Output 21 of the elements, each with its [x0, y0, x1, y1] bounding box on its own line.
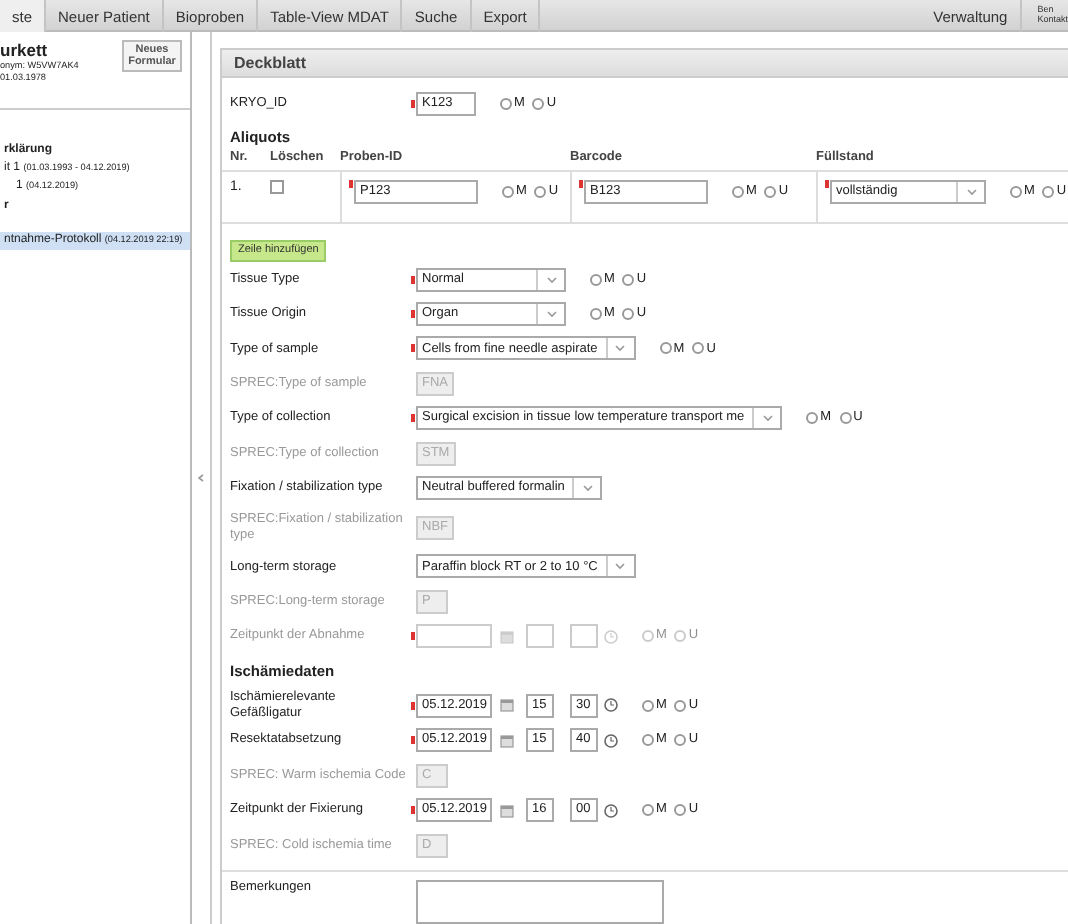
input-field[interactable]	[570, 624, 598, 649]
input-field[interactable]	[526, 624, 554, 649]
section-title: Deckblatt	[222, 50, 1068, 78]
calendar-icon[interactable]	[500, 733, 514, 748]
clock-icon[interactable]	[604, 803, 618, 818]
calendar-icon[interactable]	[500, 803, 514, 818]
caret-icon	[545, 275, 557, 284]
caret-icon	[581, 484, 594, 493]
clock-icon[interactable]	[604, 733, 618, 748]
caret-icon	[545, 310, 557, 319]
patient-name: urkett	[0, 40, 50, 61]
clock-icon[interactable]	[604, 698, 618, 713]
text-area[interactable]	[416, 880, 664, 924]
caret-icon	[614, 562, 627, 571]
calendar-icon[interactable]	[500, 698, 514, 713]
caret-icon	[614, 344, 627, 353]
caret-icon	[965, 188, 977, 197]
input-field[interactable]	[416, 624, 492, 649]
calendar-icon[interactable]	[500, 629, 514, 644]
delete-checkbox[interactable]	[270, 180, 284, 195]
caret-icon	[761, 414, 774, 423]
